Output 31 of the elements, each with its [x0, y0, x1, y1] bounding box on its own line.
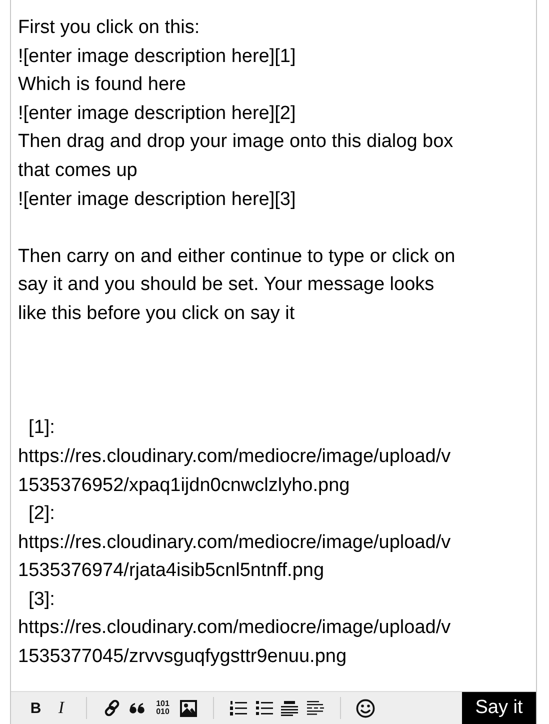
text-line: like this before you click on say it — [18, 302, 296, 326]
text-line: [3]: — [28, 588, 56, 612]
italic-button[interactable]: I — [48, 698, 74, 718]
link-icon[interactable] — [102, 699, 121, 717]
text-line: [2]: — [28, 502, 56, 526]
text-line: 1535376952/xpaq1ijdn0cnwclzlyho.png — [18, 474, 351, 498]
text-line: https://res.cloudinary.com/mediocre/image/upload/v — [18, 444, 452, 469]
text-line: 1535376974/rjata4isib5cnl5ntnff.png — [18, 559, 326, 584]
text-line: https://res.cloudinary.com/mediocre/image/upload/v — [18, 616, 452, 640]
quote-icon[interactable] — [129, 702, 146, 714]
heading-icon[interactable] — [281, 700, 298, 716]
image-icon[interactable] — [180, 700, 197, 716]
text-line: https://res.cloudinary.com/mediocre/image/upload/v — [18, 530, 452, 555]
text-line: 1535377045/zrvvsguqfygsttr9enuu.png — [18, 645, 348, 670]
numbered-list-icon[interactable] — [230, 700, 248, 716]
text-line: say it and you should be set. Your message looks — [18, 273, 436, 298]
bold-button[interactable]: B — [23, 700, 48, 716]
bullet-list-icon[interactable] — [256, 700, 273, 716]
text-line: [1]: — [28, 416, 56, 440]
text-line: Which is found here — [18, 73, 187, 98]
text-line: Then carry on and either continue to type or click on — [18, 244, 456, 269]
say-it-button[interactable]: Say it — [462, 692, 536, 724]
code-button[interactable]: 101 010 — [150, 700, 176, 716]
text-line: ![enter image description here][3] — [18, 188, 297, 212]
text-line: First you click on this: — [18, 16, 201, 40]
text-line: Then drag and drop your image onto this dialog box — [18, 130, 454, 154]
text-line: ![enter image description here][2] — [18, 102, 297, 126]
text-line: that comes up — [18, 158, 138, 183]
horizontal-rule-icon[interactable] — [306, 701, 324, 715]
text-line: ![enter image description here][1] — [18, 44, 297, 69]
smiley-icon[interactable] — [356, 698, 376, 718]
